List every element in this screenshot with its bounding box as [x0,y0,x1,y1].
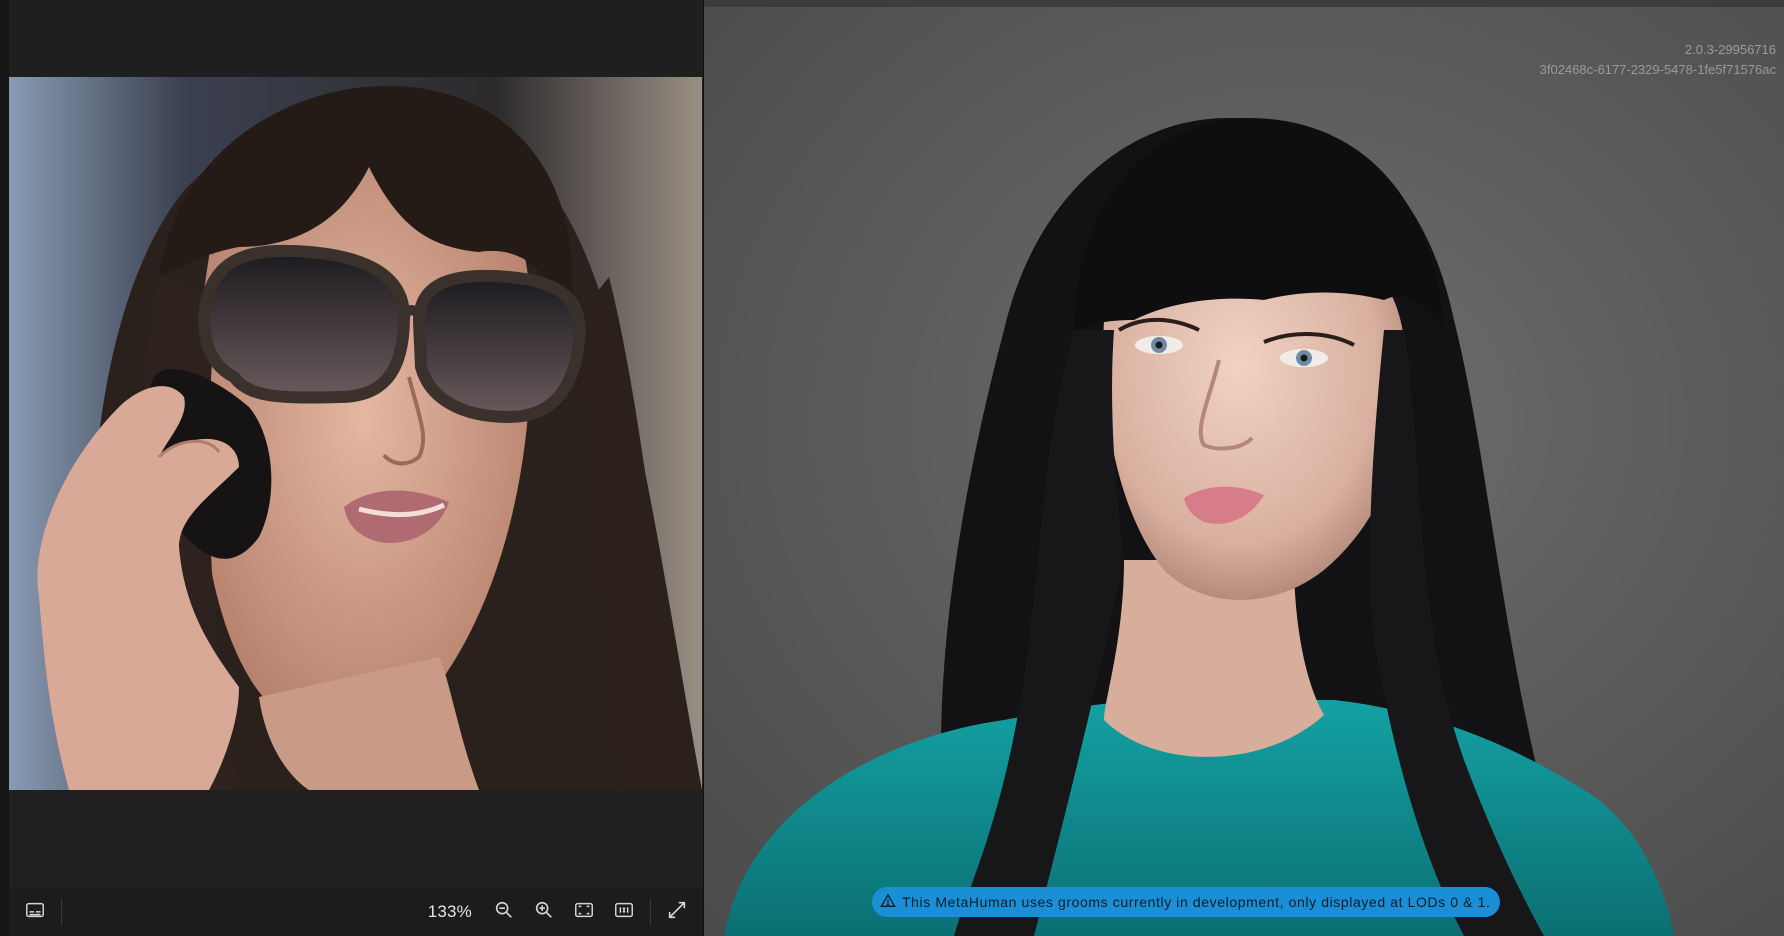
viewer-top-bar [9,0,703,77]
build-info: 2.0.3-29956716 3f02468c-6177-2329-5478-1… [1540,40,1776,80]
zoom-out-button[interactable] [484,894,524,930]
zoom-in-icon [533,899,555,926]
fullscreen-button[interactable] [657,894,697,930]
fit-screen-icon [573,899,595,926]
reference-image-viewer: 133% [0,0,703,936]
version-label: 2.0.3-29956716 [1684,42,1776,57]
metahuman-render [724,117,1674,936]
warning-text: This MetaHuman uses grooms currently in … [902,894,1491,910]
expand-icon [666,899,688,926]
zoom-in-button[interactable] [524,894,564,930]
reference-photo-illustration [9,77,702,790]
actual-size-button[interactable] [604,894,644,930]
toolbar-separator [61,899,62,925]
app-window: 133% 2.0.3-29956716 3f02468c-6177-2329-5… [0,0,1784,936]
subtitles-button[interactable] [15,894,55,930]
groom-warning-banner: This MetaHuman uses grooms currently in … [872,887,1501,917]
subtitles-icon [24,899,46,926]
asset-id-label: 3f02468c-6177-2329-5478-1fe5f71576ac [1539,62,1776,77]
metahuman-viewport[interactable]: 2.0.3-29956716 3f02468c-6177-2329-5478-1… [704,0,1784,936]
zoom-out-icon [493,899,515,926]
one-to-one-icon [613,899,635,926]
warning-icon [880,893,896,912]
viewer-toolbar: 133% [9,888,703,936]
viewer-letterbox [9,790,703,888]
toolbar-separator [650,899,651,925]
reference-photo[interactable] [9,77,702,790]
zoom-level-readout: 133% [427,902,472,921]
fit-to-screen-button[interactable] [564,894,604,930]
